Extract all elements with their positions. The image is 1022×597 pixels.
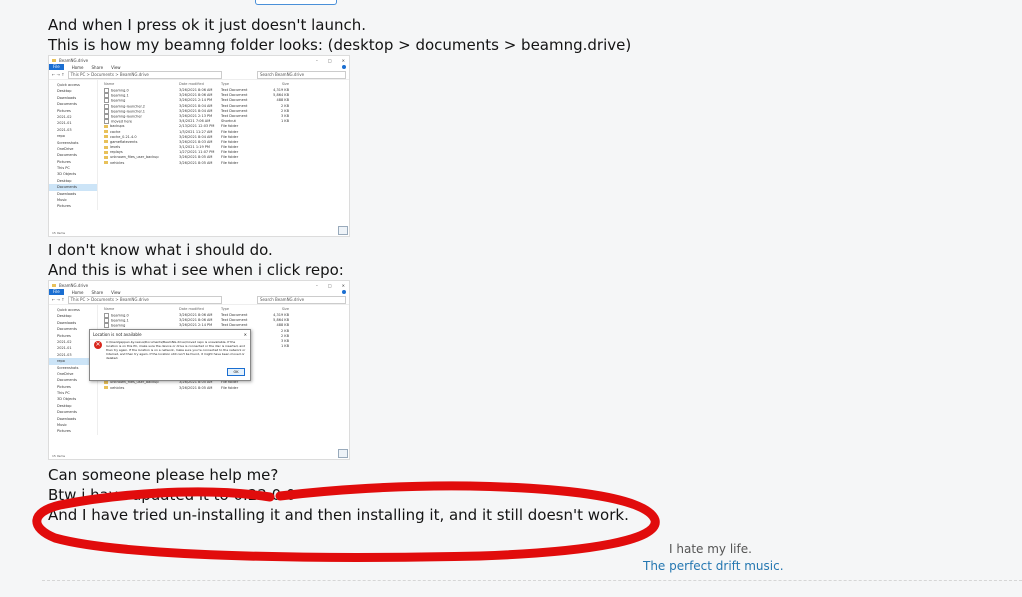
address-path: This PC > Documents > BeamNG.drive [67, 295, 222, 304]
file-row: vehicles 3/26/2021 8:05 AM File folder [104, 161, 349, 166]
close-icon: ✕ [243, 332, 247, 337]
col-name: Name [104, 82, 115, 86]
error-icon: ✕ [94, 341, 102, 349]
nav-item: Pictures [57, 204, 71, 209]
address-path: This PC > Documents > BeamNG.drive [67, 70, 222, 79]
nav-arrows-icon: ← → ↑ [52, 72, 65, 77]
col-type: Type [221, 82, 230, 86]
folder-icon [52, 58, 56, 62]
explorer-titlebar: BeamNG.drive – □ ✕ [49, 281, 349, 289]
folder-icon [104, 386, 108, 390]
folder-icon [104, 161, 108, 165]
ribbon-file: File [49, 289, 64, 295]
ribbon-file: File [49, 64, 64, 70]
ribbon-share: Share [91, 64, 104, 70]
folder-icon [104, 380, 108, 384]
search-box: Search BeamNG.drive [257, 295, 346, 304]
nav-item: Pictures [57, 429, 71, 434]
file-date: 3/26/2021 8:05 AM [179, 385, 213, 390]
ribbon-view: View [111, 289, 121, 295]
folder-icon [104, 150, 108, 154]
nav-arrows-icon: ← → ↑ [52, 297, 65, 302]
help-icon [342, 65, 346, 69]
help-icon [342, 290, 346, 294]
explorer-screenshot-1[interactable]: BeamNG.drive – □ ✕ File Home Share View ← … [48, 55, 350, 237]
search-box: Search BeamNG.drive [257, 70, 346, 79]
explorer-titlebar: BeamNG.drive – □ ✕ [49, 56, 349, 64]
ribbon-home: Home [71, 289, 84, 295]
window-controls: – □ ✕ [315, 57, 345, 63]
col-size: Size [281, 82, 289, 86]
signature-separator [42, 580, 1022, 581]
dialog-message: C:\Users\Jeppen.by.nexus\Documents\BeamN… [106, 340, 246, 360]
address-bar: ← → ↑ This PC > Documents > BeamNG.drive… [49, 70, 349, 80]
ribbon-share: Share [91, 289, 104, 295]
file-size [259, 386, 289, 391]
signature-text: I hate my life. [669, 542, 752, 556]
col-size: Size [281, 307, 289, 311]
previous-image-frame [255, 0, 337, 5]
col-type: Type [221, 307, 230, 311]
signature-link[interactable]: The perfect drift music. [643, 559, 784, 573]
file-type: File folder [221, 160, 239, 165]
file-name: vehicles [104, 386, 179, 391]
folder-icon [104, 145, 108, 149]
file-list-header: Name Date modified Type Size [104, 305, 349, 313]
status-bar: 15 items [52, 454, 66, 458]
expand-image-icon[interactable] [338, 226, 348, 235]
location-unavailable-dialog: Location is not available ✕ ✕ C:\Users\J… [89, 329, 251, 381]
file-size [259, 161, 289, 166]
file-list-header: Name Date modified Type Size [104, 80, 349, 88]
folder-icon [104, 155, 108, 159]
post-line-1: And when I press ok it just doesn't laun… [48, 16, 367, 34]
navigation-pane: Quick access Desktop Downloads Documents Pic… [49, 80, 98, 210]
col-date: Date modified [179, 82, 204, 86]
post-line-4: And this is what i see when i click repo… [48, 261, 344, 279]
forum-post: And when I press ok it just doesn't laun… [0, 0, 1022, 597]
ribbon-view: View [111, 64, 121, 70]
window-controls: – □ ✕ [315, 282, 345, 288]
dialog-title: Location is not available [93, 332, 142, 337]
post-line-6: Btw i have updated it to 0.22.0.0 [48, 486, 296, 504]
status-bar: 15 items [52, 231, 66, 235]
folder-icon [104, 124, 108, 128]
file-name: vehicles [104, 161, 179, 166]
dialog-titlebar: Location is not available ✕ [90, 330, 250, 340]
post-line-2: This is how my beamng folder looks: (des… [48, 36, 632, 54]
col-date: Date modified [179, 307, 204, 311]
expand-image-icon[interactable] [338, 449, 348, 458]
post-line-7: And I have tried un-installing it and th… [48, 506, 629, 524]
explorer-screenshot-2[interactable]: BeamNG.drive – □ ✕ File Home Share View ← … [48, 280, 350, 460]
file-row: vehicles 3/26/2021 8:05 AM File folder [104, 386, 349, 391]
dialog-ok-button: OK [227, 368, 245, 376]
folder-icon [52, 283, 56, 287]
window-title: BeamNG.drive [59, 57, 89, 63]
col-name: Name [104, 307, 115, 311]
file-type: File folder [221, 385, 239, 390]
folder-icon [104, 130, 108, 133]
file-list: Name Date modified Type Size beamng.0 3/2… [98, 80, 349, 210]
address-bar: ← → ↑ This PC > Documents > BeamNG.drive… [49, 295, 349, 305]
folder-icon [104, 135, 108, 139]
ribbon-home: Home [71, 64, 84, 70]
post-line-5: Can someone please help me? [48, 466, 279, 484]
folder-icon [104, 140, 108, 144]
post-line-3: I don't know what i should do. [48, 241, 273, 259]
window-title: BeamNG.drive [59, 282, 89, 288]
file-date: 3/26/2021 8:05 AM [179, 160, 213, 165]
